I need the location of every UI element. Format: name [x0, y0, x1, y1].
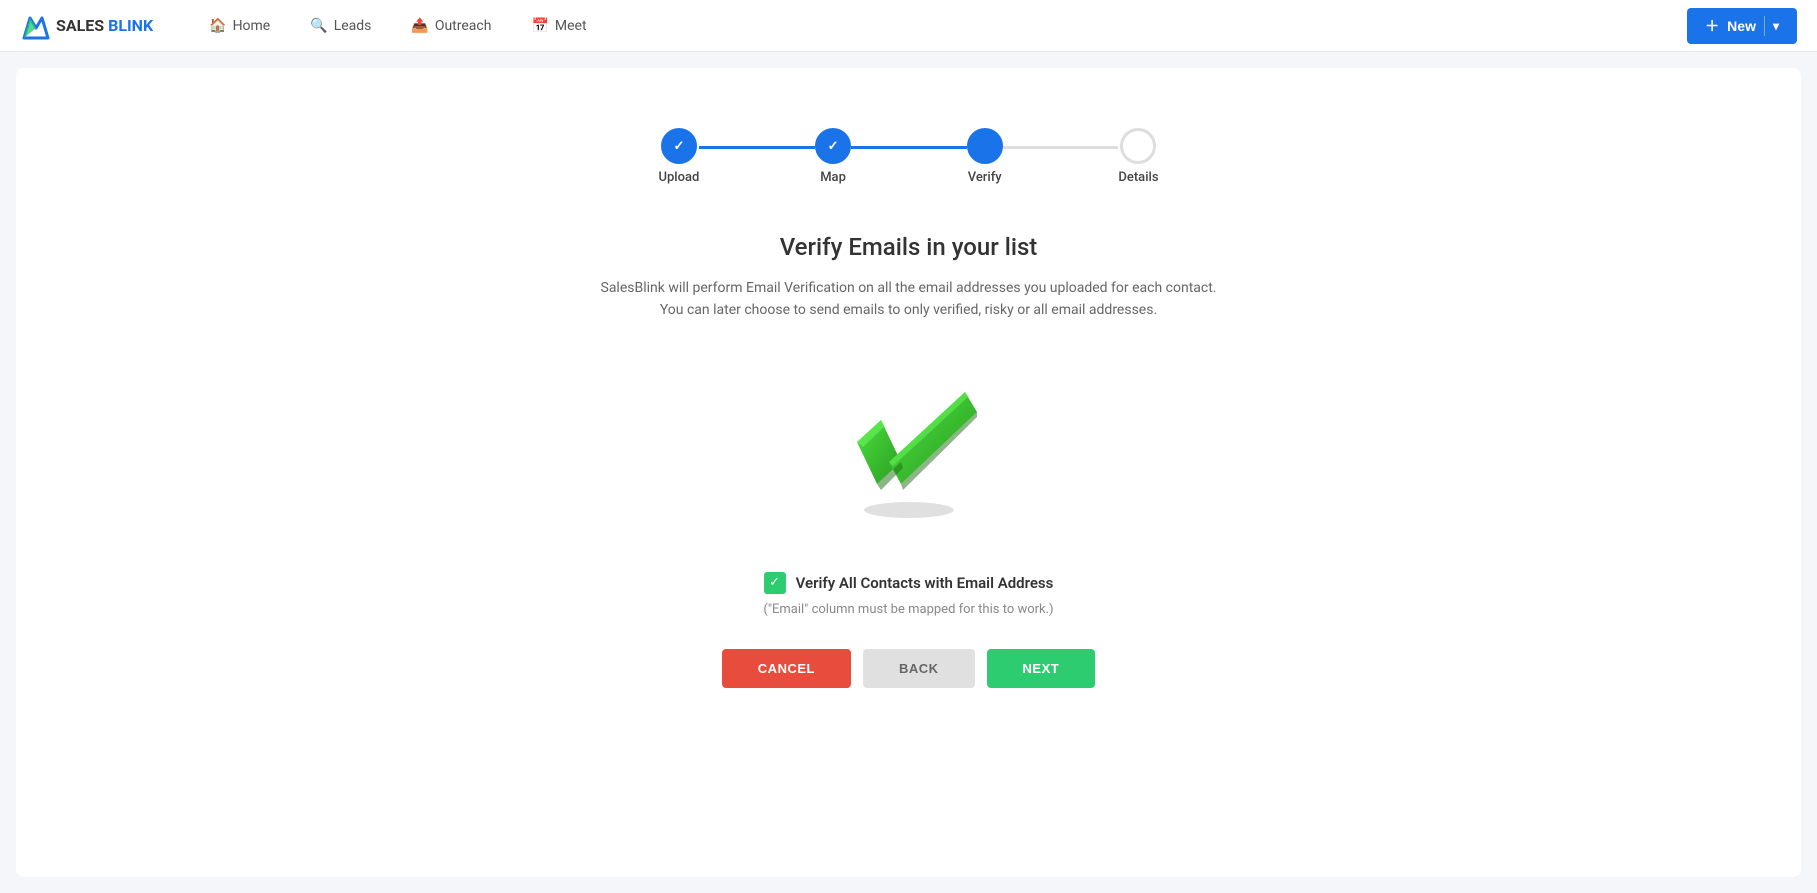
nav-meet[interactable]: 📅 Meet [515, 12, 602, 40]
new-button-label: New [1727, 18, 1756, 34]
button-row: CANCEL BACK NEXT [722, 649, 1095, 688]
step-upload: ✓ Upload [659, 128, 700, 185]
navbar: SALESBLINK 🏠 Home 🔍 Leads 📤 Outreach 📅 M… [0, 0, 1817, 52]
chevron-down-icon: ▾ [1773, 19, 1779, 33]
nav-home[interactable]: 🏠 Home [193, 12, 286, 40]
step-map-label: Map [820, 170, 846, 185]
nav-outreach[interactable]: 📤 Outreach [395, 12, 507, 40]
back-button[interactable]: BACK [863, 649, 975, 688]
logo-sales-text: SALES [56, 16, 104, 35]
page-desc-line2: You can later choose to send emails to o… [660, 299, 1157, 321]
connector-2 [851, 146, 967, 149]
step-map-circle: ✓ [815, 128, 851, 164]
step-verify-label: Verify [968, 170, 1002, 185]
connector-3 [1003, 146, 1119, 149]
nav-home-label: Home [233, 18, 271, 34]
leads-icon: 🔍 [310, 18, 327, 34]
step-details: Details [1118, 128, 1158, 185]
nav-outreach-label: Outreach [435, 18, 492, 34]
step-upload-circle: ✓ [661, 128, 697, 164]
new-btn-divider [1764, 16, 1765, 36]
nav-items: 🏠 Home 🔍 Leads 📤 Outreach 📅 Meet [193, 12, 1687, 40]
cancel-button[interactable]: CANCEL [722, 649, 851, 688]
step-upload-label: Upload [659, 170, 700, 185]
step-map: ✓ Map [815, 128, 851, 185]
stepper: ✓ Upload ✓ Map Verify Details [659, 128, 1159, 185]
verify-checkbox-row: ✓ Verify All Contacts with Email Address [764, 572, 1054, 594]
main-content: ✓ Upload ✓ Map Verify Details Verify Ema… [16, 68, 1801, 877]
verify-checkbox-note: ("Email" column must be mapped for this … [763, 602, 1053, 617]
nav-leads-label: Leads [334, 18, 372, 34]
verify-checkbox-label: Verify All Contacts with Email Address [796, 574, 1054, 592]
logo[interactable]: SALESBLINK [20, 10, 153, 42]
plus-icon: ＋ [1705, 16, 1719, 36]
new-button[interactable]: ＋ New ▾ [1687, 8, 1797, 44]
page-title: Verify Emails in your list [780, 233, 1038, 261]
connector-1 [699, 146, 815, 149]
meet-icon: 📅 [531, 18, 548, 34]
step-details-circle [1120, 128, 1156, 164]
step-verify: Verify [967, 128, 1003, 185]
home-icon: 🏠 [209, 18, 226, 34]
big-checkmark [829, 362, 989, 522]
step-verify-circle [967, 128, 1003, 164]
nav-leads[interactable]: 🔍 Leads [294, 12, 387, 40]
page-desc-line1: SalesBlink will perform Email Verificati… [601, 277, 1217, 299]
verify-checkbox[interactable]: ✓ [764, 572, 786, 594]
logo-blink-text: BLINK [108, 16, 153, 35]
outreach-icon: 📤 [411, 18, 428, 34]
checkmark-svg [829, 362, 989, 522]
nav-meet-label: Meet [555, 18, 587, 34]
logo-icon [20, 10, 52, 42]
step-details-label: Details [1118, 170, 1158, 185]
next-button[interactable]: NEXT [987, 649, 1096, 688]
